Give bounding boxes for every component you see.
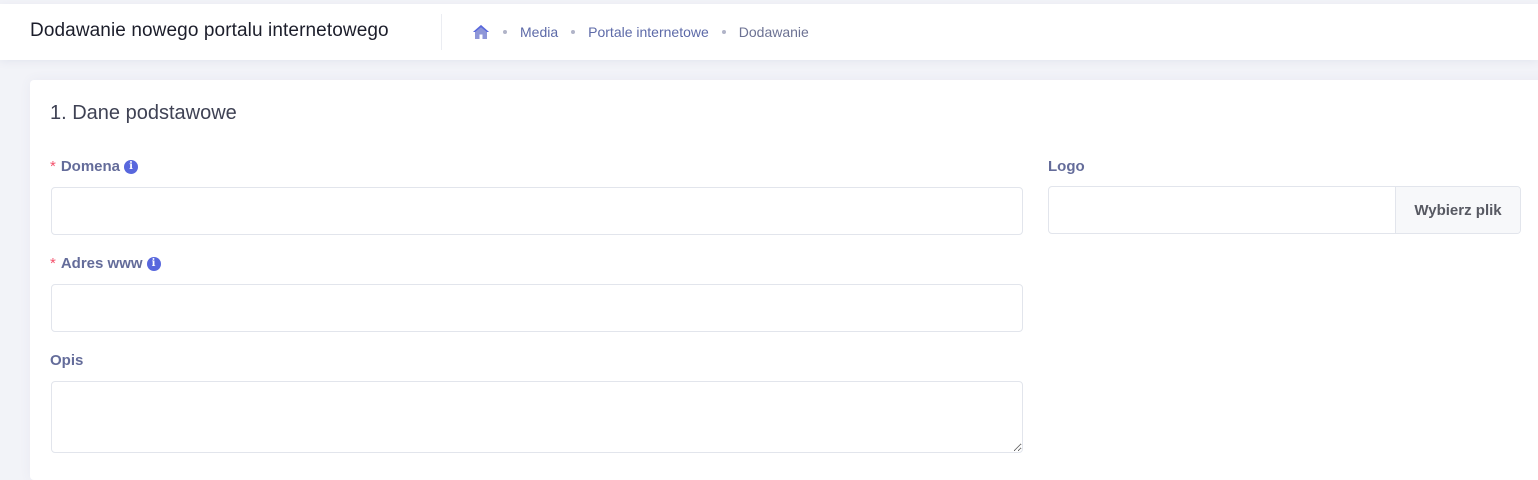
breadcrumb-separator xyxy=(721,30,726,34)
page-header: Dodawanie nowego portalu internetowego M… xyxy=(0,4,1538,60)
info-icon[interactable]: i xyxy=(146,256,161,271)
breadcrumb-link-media[interactable]: Media xyxy=(520,24,558,40)
url-input[interactable] xyxy=(51,284,1023,332)
description-label-text: Opis xyxy=(50,352,84,369)
breadcrumb: Media Portale internetowe Dodawanie xyxy=(472,22,809,42)
choose-file-button[interactable]: Wybierz plik xyxy=(1395,187,1520,233)
domain-label-text: Domena xyxy=(60,158,121,175)
domain-input[interactable] xyxy=(51,187,1023,235)
section-title: 1. Dane podstawowe xyxy=(50,102,237,124)
required-mark: * xyxy=(50,255,56,272)
page-title: Dodawanie nowego portalu internetowego xyxy=(30,20,389,41)
description-label: Opis xyxy=(50,352,83,369)
required-mark: * xyxy=(50,158,56,175)
title-separator xyxy=(441,14,442,50)
form-card: 1. Dane podstawowe * Domena i * Adres ww… xyxy=(30,80,1538,480)
url-label: * Adres www i xyxy=(50,255,161,272)
breadcrumb-separator xyxy=(571,30,576,34)
breadcrumb-separator xyxy=(503,30,507,34)
domain-label: * Domena i xyxy=(50,158,139,175)
description-textarea[interactable] xyxy=(51,381,1023,453)
info-icon[interactable]: i xyxy=(124,159,139,174)
breadcrumb-link-portals[interactable]: Portale internetowe xyxy=(588,24,709,40)
logo-label: Logo xyxy=(1048,158,1085,175)
home-icon[interactable] xyxy=(472,24,490,40)
logo-file-input[interactable]: Wybierz plik xyxy=(1048,186,1521,234)
url-label-text: Adres www xyxy=(60,255,143,272)
breadcrumb-current: Dodawanie xyxy=(738,24,809,40)
logo-label-text: Logo xyxy=(1048,158,1085,175)
